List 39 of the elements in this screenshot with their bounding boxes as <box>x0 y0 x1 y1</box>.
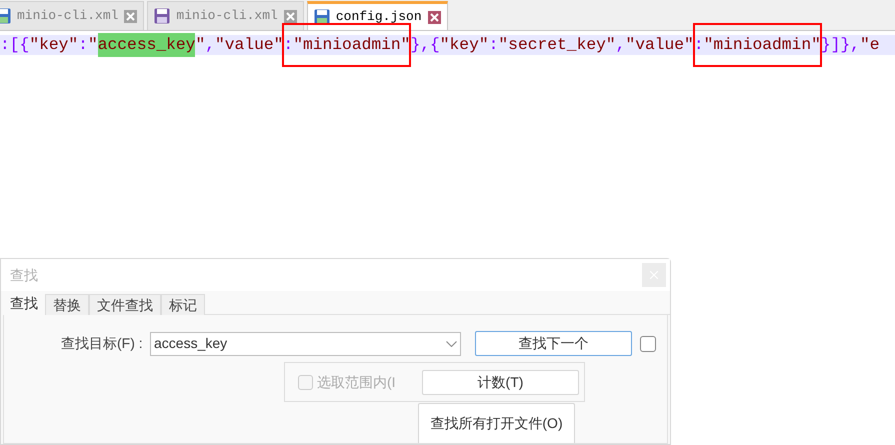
code-token: : <box>488 34 498 56</box>
code-token: "minioadmin" <box>704 34 821 56</box>
dialog-tab[interactable]: 标记 <box>161 294 205 315</box>
code-token: "secret_key" <box>498 34 616 56</box>
code-token: "value" <box>625 34 694 56</box>
close-icon[interactable] <box>124 10 138 22</box>
code-token: " <box>88 34 98 56</box>
code-token: },{ <box>410 34 440 56</box>
dialog-tab[interactable]: 替换 <box>45 294 89 315</box>
find-all-open-files-button[interactable]: 查找所有打开文件(O) <box>418 403 575 443</box>
tab-label: minio-cli.xml <box>176 7 278 26</box>
dialog-tab[interactable]: 文件查找 <box>89 294 161 315</box>
find-combobox[interactable]: access_key <box>150 332 461 356</box>
code-token: , <box>616 34 626 56</box>
code-token: : <box>78 34 88 56</box>
code-token: "value" <box>215 34 284 56</box>
code-token: , <box>205 34 216 56</box>
tab-label: config.json <box>336 8 422 26</box>
count-button[interactable]: 计数(T) <box>422 370 579 394</box>
code-token: "minioadmin" <box>293 34 410 56</box>
find-label: 查找目标(F) : <box>61 334 144 353</box>
file-tab[interactable]: config.json <box>306 1 448 30</box>
checkbox-label: 选取范围内(I <box>317 372 397 392</box>
chevron-down-icon <box>446 340 457 346</box>
tab-label: minio-cli.xml <box>17 7 118 26</box>
search-match: access_key <box>98 32 196 58</box>
code-token: : <box>283 34 294 56</box>
code-token: "key" <box>440 34 489 56</box>
code-token: "e <box>860 34 880 56</box>
code-token: : <box>694 34 704 56</box>
checkbox[interactable] <box>640 336 656 352</box>
code-token: " <box>195 34 206 56</box>
code-token: :[{ <box>0 34 30 56</box>
dialog-title: 查找 <box>10 266 38 284</box>
code-token: "key" <box>29 34 78 56</box>
close-icon[interactable] <box>428 10 441 24</box>
find-next-button[interactable]: 查找下一个 <box>475 331 632 356</box>
close-icon[interactable] <box>284 10 297 22</box>
code-token: }]}, <box>820 34 860 56</box>
